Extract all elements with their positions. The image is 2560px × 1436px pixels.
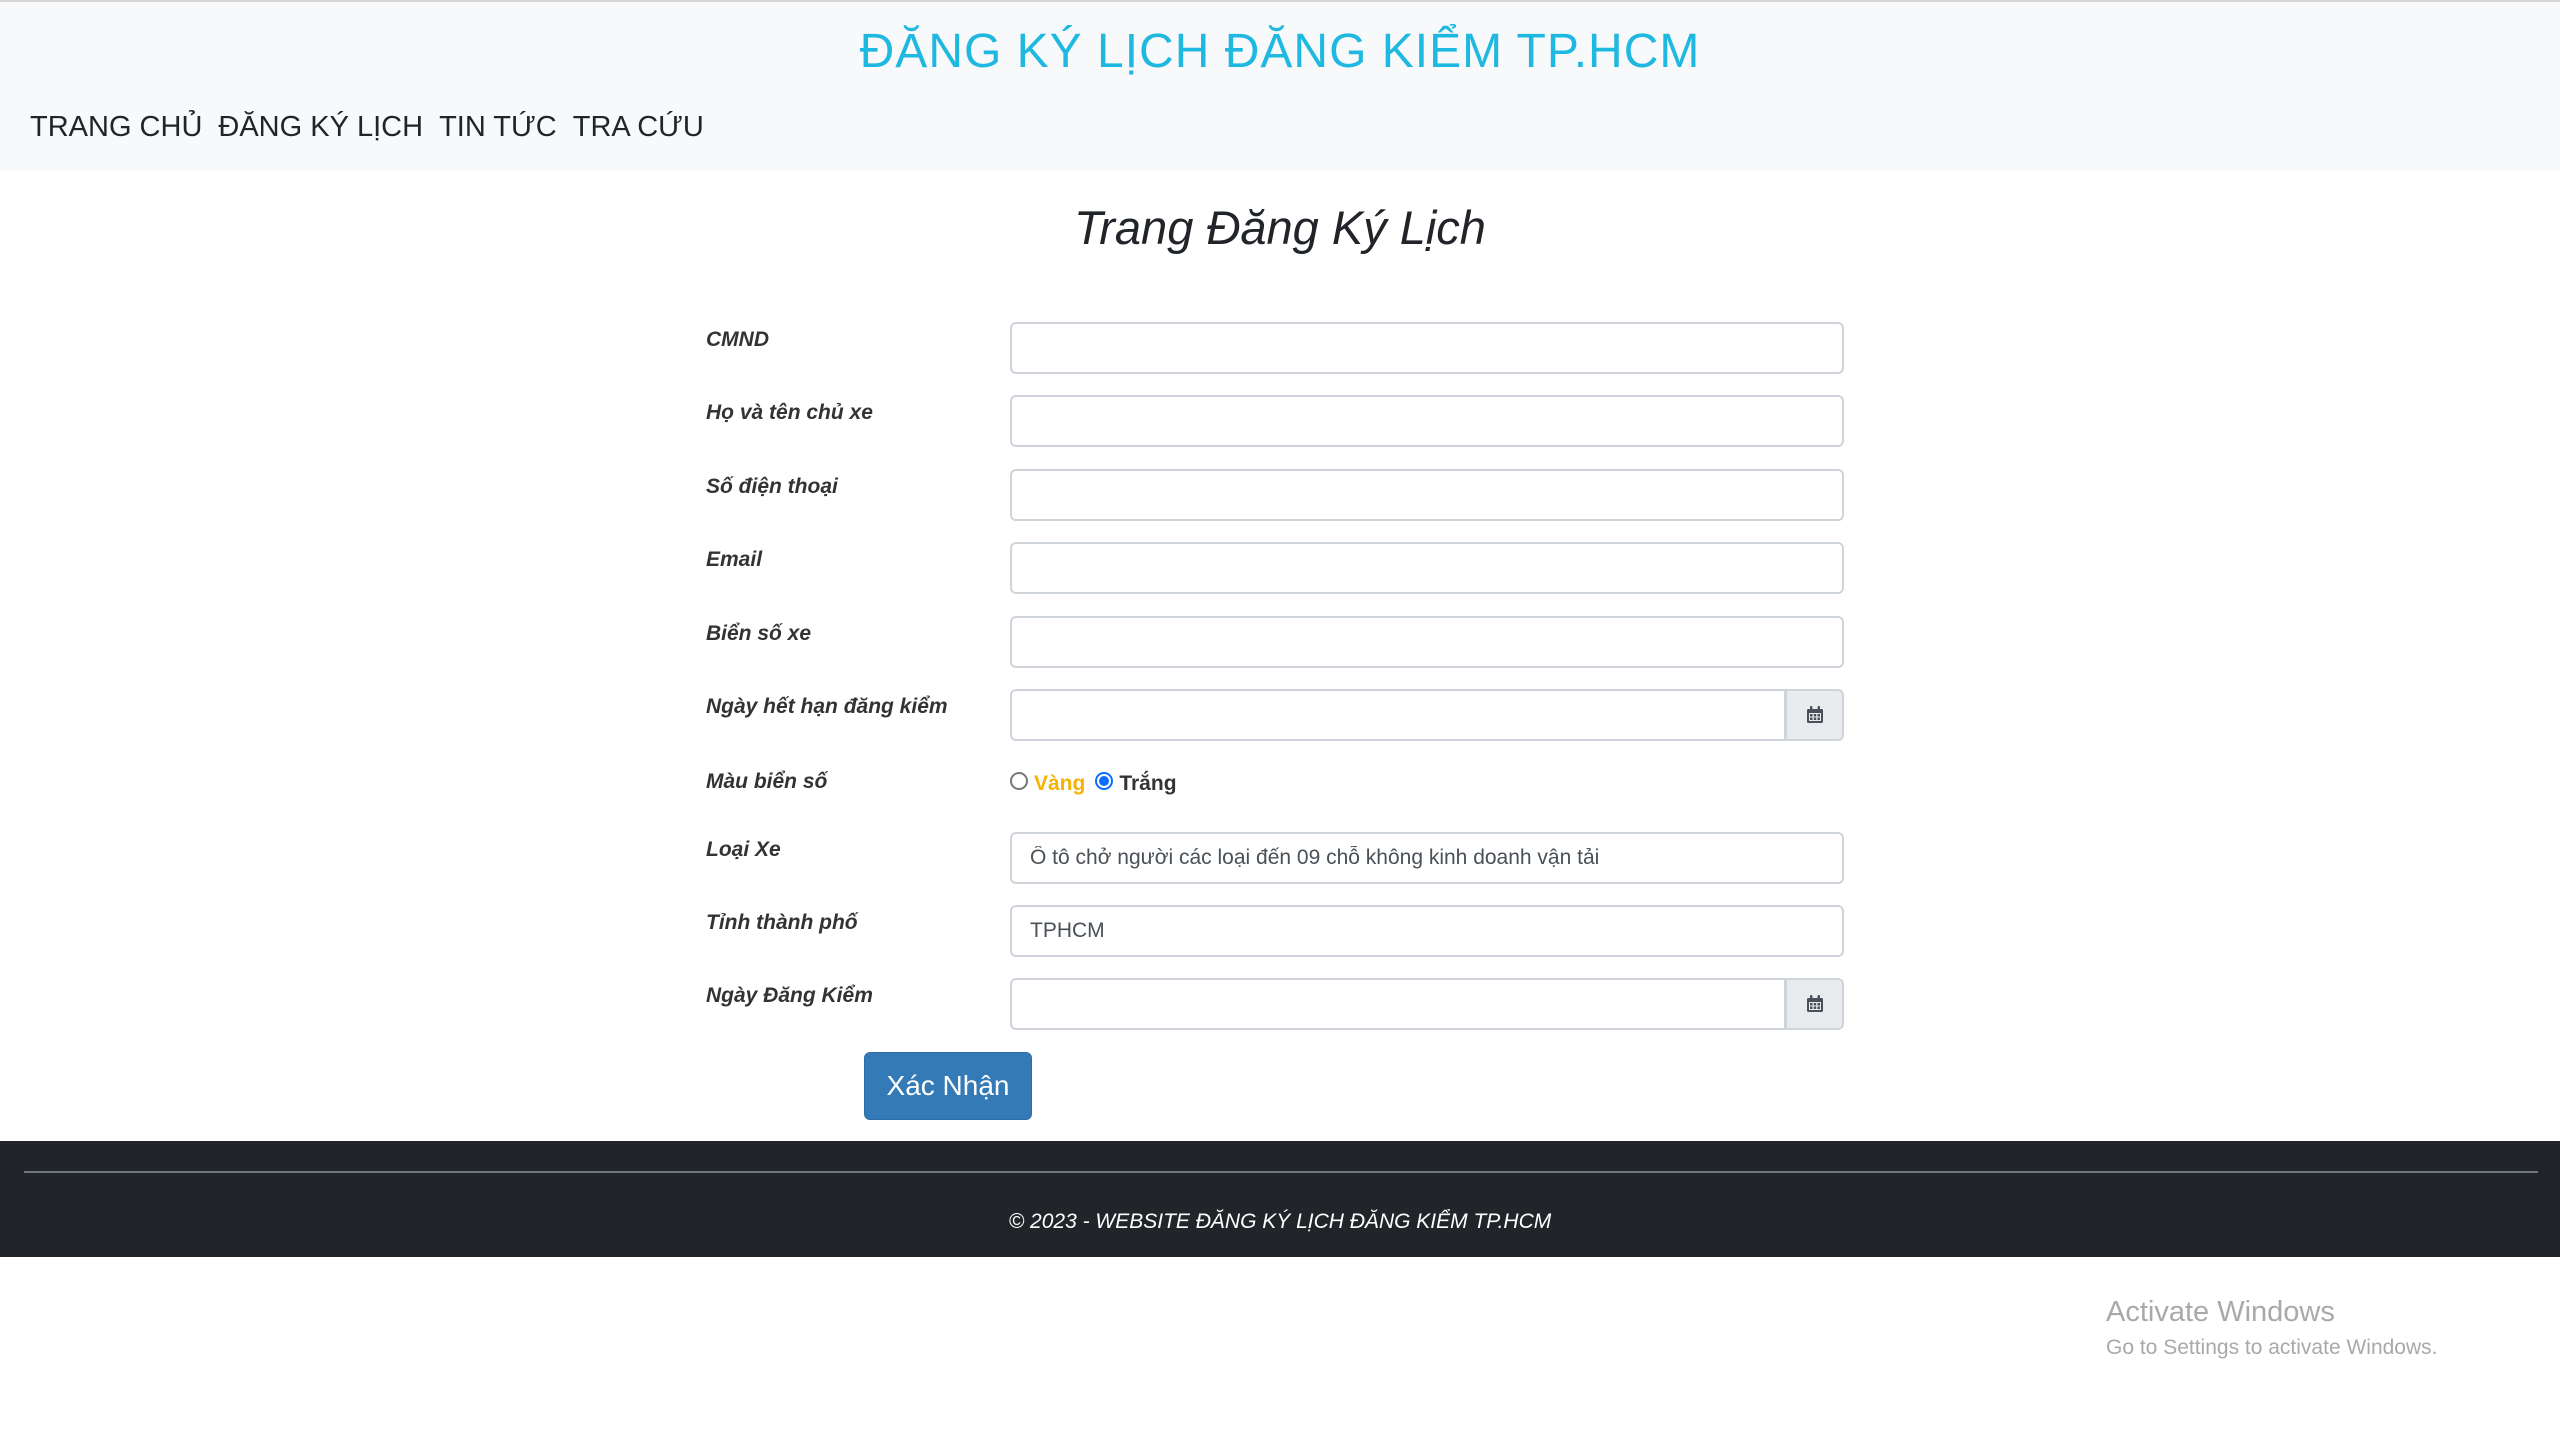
row-phone: Số điện thoại [706, 469, 1844, 521]
row-email: Email [706, 542, 1844, 594]
radio-yellow-label[interactable]: Vàng [1034, 772, 1085, 796]
main-nav: TRANG CHỦ ĐĂNG KÝ LỊCH TIN TỨC TRA CỨU [30, 107, 704, 147]
email-input[interactable] [1010, 542, 1844, 594]
row-expiry-date: Ngày hết hạn đăng kiểm [706, 689, 1844, 741]
footer-copyright: © 2023 - WEBSITE ĐĂNG KÝ LỊCH ĐĂNG KIỂM … [1008, 1210, 1552, 1233]
vehicle-type-input[interactable] [1010, 832, 1844, 884]
cmnd-label: CMND [706, 328, 769, 351]
vehicle-type-label: Loại Xe [706, 838, 781, 861]
province-input[interactable] [1010, 905, 1844, 957]
row-owner-name: Họ và tên chủ xe [706, 395, 1844, 447]
windows-activation-subtitle: Go to Settings to activate Windows. [2106, 1336, 2438, 1359]
calendar-icon [1806, 995, 1823, 1012]
row-plate: Biển số xe [706, 616, 1844, 668]
footer-divider [24, 1171, 2538, 1173]
site-footer: © 2023 - WEBSITE ĐĂNG KÝ LỊCH ĐĂNG KIỂM … [0, 1141, 2560, 1257]
radio-yellow[interactable] [1010, 772, 1028, 790]
expiry-date-calendar-button[interactable] [1786, 689, 1844, 741]
plate-input[interactable] [1010, 616, 1844, 668]
site-title: ĐĂNG KÝ LỊCH ĐĂNG KIỂM TP.HCM [859, 25, 1701, 78]
plate-label: Biển số xe [706, 622, 812, 645]
row-inspection-date: Ngày Đăng Kiểm [706, 978, 1844, 1030]
cmnd-input[interactable] [1010, 322, 1844, 374]
nav-home[interactable]: TRANG CHỦ [30, 107, 202, 147]
nav-lookup[interactable]: TRA CỨU [573, 107, 704, 147]
submit-button[interactable]: Xác Nhận [864, 1052, 1032, 1120]
windows-activation-title: Activate Windows [2106, 1296, 2335, 1328]
email-label: Email [706, 548, 763, 571]
owner-name-input[interactable] [1010, 395, 1844, 447]
plate-color-label: Màu biển số [706, 770, 828, 793]
nav-news[interactable]: TIN TỨC [439, 107, 557, 147]
plate-color-radio-group: Vàng Trắng [1010, 772, 1177, 796]
radio-white-label[interactable]: Trắng [1119, 772, 1176, 796]
phone-label: Số điện thoại [706, 475, 838, 498]
row-cmnd: CMND [706, 322, 1844, 374]
expiry-date-label: Ngày hết hạn đăng kiểm [706, 695, 948, 718]
inspection-date-label: Ngày Đăng Kiểm [706, 984, 873, 1007]
inspection-date-calendar-button[interactable] [1786, 978, 1844, 1030]
row-plate-color: Màu biển số Vàng Trắng [706, 764, 1844, 816]
row-vehicle-type: Loại Xe [706, 832, 1844, 884]
inspection-date-input[interactable] [1010, 978, 1786, 1030]
nav-register[interactable]: ĐĂNG KÝ LỊCH [218, 107, 423, 147]
phone-input[interactable] [1010, 469, 1844, 521]
owner-name-label: Họ và tên chủ xe [706, 401, 873, 424]
calendar-icon [1806, 706, 1823, 723]
province-label: Tỉnh thành phố [706, 911, 858, 934]
page-title: Trang Đăng Ký Lịch [1074, 201, 1486, 254]
radio-white[interactable] [1095, 772, 1114, 790]
row-province: Tỉnh thành phố [706, 905, 1844, 957]
expiry-date-input[interactable] [1010, 689, 1786, 741]
site-header: ĐĂNG KÝ LỊCH ĐĂNG KIỂM TP.HCM TRANG CHỦ … [0, 2, 2560, 171]
